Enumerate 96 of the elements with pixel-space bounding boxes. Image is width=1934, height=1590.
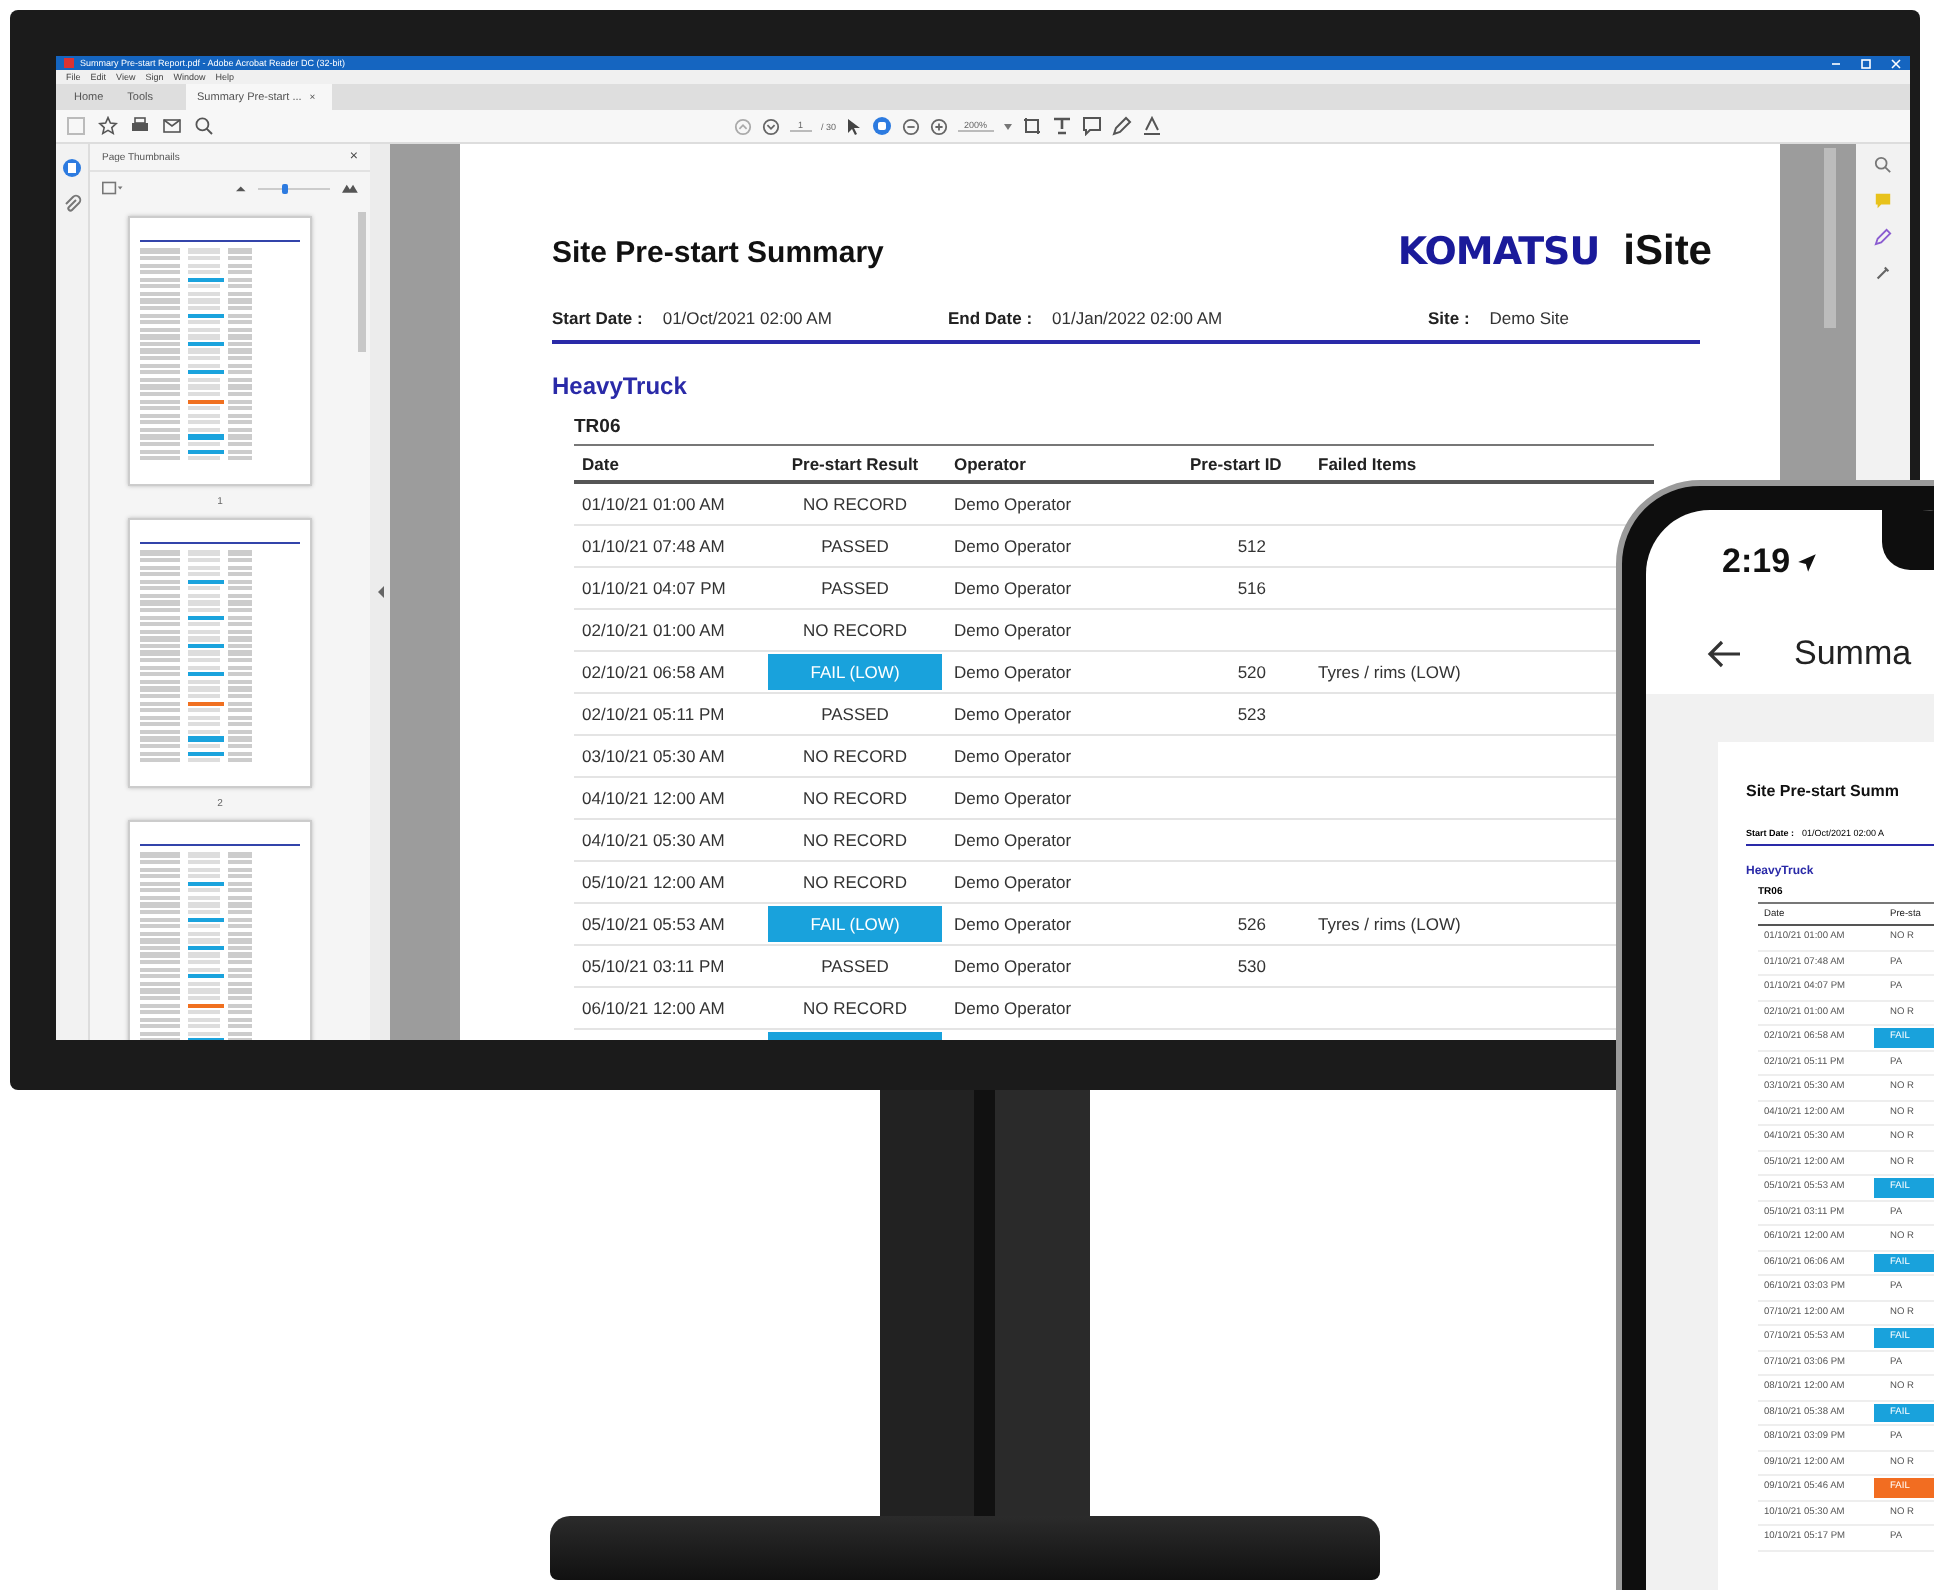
- table-cell-text: Demo Operator: [952, 912, 1074, 938]
- result-cell-text: NO RECORD: [801, 744, 909, 770]
- location-arrow-icon: [1796, 551, 1819, 573]
- table-cell: 526: [1237, 914, 1266, 934]
- collapse-icon[interactable]: [377, 586, 383, 598]
- result-cell-text: PASSED: [819, 702, 891, 728]
- table-cell-text: Demo Operator: [952, 870, 1074, 896]
- scrollbar[interactable]: [358, 212, 366, 352]
- table-cell-text: Demo Operator: [952, 660, 1074, 686]
- table-cell-text: Demo Operator: [952, 786, 1074, 812]
- group-heading: HeavyTruck: [552, 372, 689, 400]
- options-icon[interactable]: [102, 180, 125, 196]
- product-name: iSite: [1623, 228, 1712, 276]
- back-arrow-icon[interactable]: [1706, 640, 1742, 668]
- large-mountain-icon: [342, 182, 358, 194]
- column-header: Pre-start ID: [1188, 451, 1284, 477]
- column-header: Date: [580, 451, 621, 477]
- table-cell-text: 02/10/21 06:58 AM: [580, 660, 727, 686]
- result-cell-text: NO RECORD: [801, 870, 909, 896]
- scrollbar[interactable]: [1824, 148, 1836, 328]
- table-cell-text: Demo Operator: [952, 828, 1074, 854]
- comment-icon[interactable]: [1081, 116, 1102, 136]
- table-cell-text: 01/10/21 01:00 AM: [580, 492, 727, 518]
- brand-logo: KOMATSU: [1397, 230, 1600, 274]
- table-cell-text: 05/10/21 03:11 PM: [580, 954, 727, 980]
- table-cell-text: Demo Operator: [952, 702, 1074, 728]
- table-cell: Tyres / rims (LOW): [1318, 662, 1461, 682]
- table-cell-text: 06/10/21 12:00 AM: [580, 996, 727, 1022]
- table-cell: 512: [1237, 536, 1266, 556]
- column-header: Pre-start Result: [789, 451, 921, 477]
- table-cell-text: 01/10/21 07:48 AM: [580, 534, 727, 560]
- table-cell-text: 04/10/21 12:00 AM: [580, 786, 727, 812]
- table-cell-text: 04/10/21 05:30 AM: [580, 828, 727, 854]
- meta-label: Start Date :: [552, 308, 643, 328]
- result-cell-text: NO RECORD: [801, 786, 909, 812]
- table-cell-text: 02/10/21 05:11 PM: [580, 702, 727, 728]
- table-cell: Tyres / rims (LOW): [1318, 914, 1461, 934]
- table-cell-text: Demo Operator: [952, 996, 1074, 1022]
- page-thumbnail[interactable]: [128, 820, 312, 1040]
- pen-icon[interactable]: [1111, 116, 1132, 136]
- table-cell-text: Demo Operator: [952, 534, 1074, 560]
- table-cell: 523: [1237, 704, 1266, 724]
- result-cell-text: PASSED: [819, 534, 891, 560]
- zoom-in-icon[interactable]: [930, 117, 949, 135]
- table-cell-text: 01/10/21 04:07 PM: [580, 576, 728, 602]
- unit-heading: TR06: [574, 416, 623, 438]
- table-cell-text: 05/10/21 05:53 AM: [580, 912, 727, 938]
- crop-icon[interactable]: [1021, 116, 1042, 136]
- result-cell: FAIL (LOW): [768, 906, 942, 942]
- result-cell-text: NO RECORD: [801, 996, 909, 1022]
- meta-label: Site :: [1428, 308, 1470, 328]
- column-header: Operator: [952, 451, 1028, 478]
- screen-title: Summa: [1794, 634, 1912, 674]
- meta-value: 01/Oct/2021 02:00 AM: [662, 308, 832, 328]
- result-cell: FAIL (LOW): [768, 654, 942, 690]
- table-cell-text: Demo Operator: [952, 954, 1074, 980]
- restore-icon[interactable]: [1860, 57, 1872, 69]
- mail-icon[interactable]: [162, 116, 182, 136]
- table-cell-text: 02/10/21 01:00 AM: [580, 618, 727, 644]
- zoom-icon[interactable]: [1874, 156, 1892, 174]
- status-time: 2:19: [1722, 542, 1791, 582]
- result-cell-text: NO RECORD: [801, 828, 909, 854]
- table-cell-text: 05/10/21 12:00 AM: [580, 870, 727, 896]
- page-thumbnail[interactable]: [128, 518, 312, 788]
- table-cell: 516: [1237, 578, 1266, 598]
- tools-icon[interactable]: [1874, 264, 1892, 282]
- meta-label: End Date :: [948, 308, 1033, 328]
- result-cell-text: NO RECORD: [801, 618, 909, 644]
- report-title: Site Pre-start Summ: [1746, 782, 1901, 800]
- minimize-icon[interactable]: [1830, 57, 1842, 69]
- table-cell-text: Demo Operator: [952, 744, 1074, 770]
- result-cell-text: PASSED: [819, 954, 891, 980]
- result-cell-text: PASSED: [819, 576, 891, 602]
- print-icon[interactable]: [130, 116, 150, 136]
- meta-value: 01/Jan/2022 02:00 AM: [1052, 308, 1223, 328]
- table-cell-text: Demo Operator: [952, 618, 1074, 644]
- pdf-app-icon: [64, 58, 74, 68]
- meta-value: Demo Site: [1489, 308, 1569, 328]
- table-cell-text: Demo Operator: [952, 576, 1074, 602]
- search-icon[interactable]: [194, 116, 214, 136]
- column-header: Failed Items: [1316, 451, 1419, 477]
- table-cell-text: Demo Operator: [952, 492, 1074, 518]
- attachment-icon[interactable]: [62, 194, 82, 214]
- star-icon[interactable]: [98, 116, 118, 136]
- table-cell-text: 03/10/21 05:30 AM: [580, 744, 727, 770]
- report-title: Site Pre-start Summary: [552, 235, 884, 269]
- caret-icon[interactable]: [1003, 123, 1012, 129]
- cursor-icon[interactable]: [846, 117, 863, 135]
- page-thumbnail[interactable]: [128, 216, 312, 486]
- next-page-icon[interactable]: [762, 117, 780, 135]
- table-cell: 520: [1237, 662, 1266, 682]
- close-icon[interactable]: [1890, 57, 1902, 69]
- zoom-out-icon[interactable]: [902, 117, 921, 135]
- result-cell-text: NO RECORD: [801, 492, 909, 518]
- table-cell: 530: [1237, 956, 1266, 976]
- small-mountain-icon: [236, 184, 246, 192]
